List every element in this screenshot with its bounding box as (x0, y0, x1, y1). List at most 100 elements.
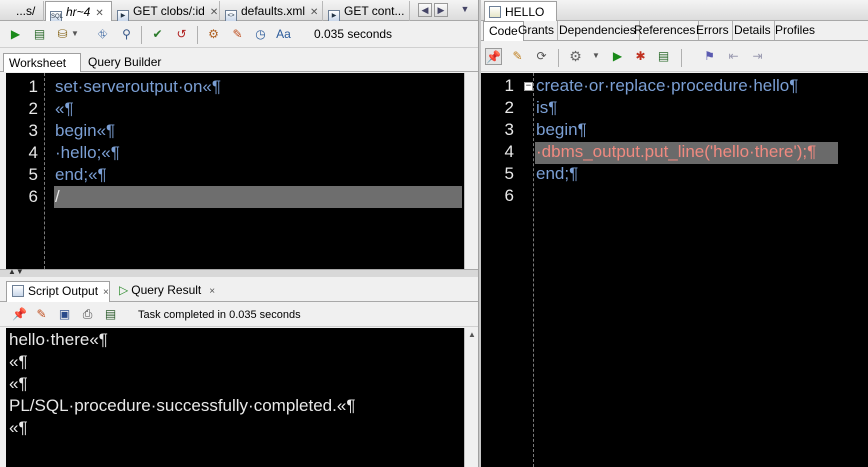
tab-label: ...s/ (16, 4, 36, 18)
code-line: begin¶ (536, 120, 587, 139)
scroll-tabs-left-button[interactable]: ◀ (418, 3, 432, 17)
tab-label: Query Result (131, 283, 202, 297)
tab-grants[interactable]: Grants (515, 21, 559, 40)
commit-icon[interactable]: ⛁ (54, 26, 71, 43)
eraser-icon[interactable]: ✎ (33, 306, 50, 323)
fold-toggle-icon[interactable]: − (524, 82, 533, 91)
code-line: begin«¶ (55, 121, 116, 140)
line-number: 4 (504, 142, 514, 161)
procedure-tab-bar: HELLO (481, 0, 868, 21)
bookmark-icon[interactable]: ⚑ (701, 48, 718, 65)
output-line: «¶ (9, 418, 28, 437)
worksheet-toolbar: ▶ ▤ ⛁ ▼ ⛗ ⚲ ✔ ↺ ⚙ ✎ ◷ Aa 0.035 seconds (0, 21, 480, 48)
rollback-icon[interactable]: ↺ (173, 26, 190, 43)
pin-icon[interactable]: 📌 (485, 48, 502, 65)
code-line: ·hello;«¶ (55, 143, 120, 162)
task-status: Task completed in 0.035 seconds (138, 309, 301, 321)
code-line: is¶ (536, 98, 558, 117)
code-line: «¶ (55, 99, 74, 118)
sql-tuning-icon[interactable]: ⚙ (205, 26, 222, 43)
edit-icon[interactable]: ✎ (509, 48, 526, 65)
autotrace-icon[interactable]: ⚲ (118, 26, 135, 43)
close-icon[interactable]: ✕ (310, 7, 318, 18)
save-icon[interactable]: ▣ (56, 306, 73, 323)
close-icon[interactable]: ✕ (210, 7, 218, 18)
output-vertical-scrollbar[interactable]: ▲ (464, 328, 478, 467)
close-icon[interactable]: × (209, 286, 215, 297)
commit-transaction-icon[interactable]: ✔ (149, 26, 166, 43)
run-statement-icon[interactable]: ▶ (7, 26, 24, 43)
code-line: end;«¶ (55, 165, 107, 184)
tab-worksheet[interactable]: Worksheet (3, 53, 81, 72)
close-icon[interactable]: ✕ (95, 8, 103, 19)
next-bookmark-icon[interactable]: ⇥ (749, 48, 766, 65)
to-upper-case-icon[interactable]: Aa (275, 26, 292, 43)
actions-gear-icon[interactable]: ⚙ (567, 48, 584, 65)
compile-icon[interactable]: ▤ (655, 48, 672, 65)
toolbar-separator (197, 26, 198, 44)
dropdown-arrow-icon[interactable]: ▼ (591, 48, 601, 65)
script-output-icon (12, 285, 24, 297)
tab-query-result[interactable]: ▷ Query Result × (114, 281, 220, 300)
close-icon[interactable]: × (103, 287, 109, 298)
tab-profiles[interactable]: Profiles (772, 21, 818, 40)
print-icon[interactable]: ⎙ (79, 306, 96, 323)
tab-query-builder[interactable]: Query Builder (83, 53, 166, 72)
execution-time: 0.035 seconds (314, 27, 393, 41)
document-tab-hello[interactable]: HELLO (484, 1, 557, 21)
scroll-tabs-right-button[interactable]: ▶ (434, 3, 448, 17)
procedure-editor[interactable]: − 1 create·or·replace·procedure·hello¶ 2 is… (481, 73, 868, 467)
line-number: 6 (28, 187, 38, 206)
line-number: 5 (504, 164, 514, 183)
document-tab-scripts[interactable]: ...s/ (0, 1, 44, 21)
dropdown-arrow-icon[interactable]: ▼ (70, 26, 80, 43)
collapse-arrow-icon[interactable]: ▲▼ (8, 267, 24, 276)
line-number: 4 (28, 143, 38, 162)
scroll-up-icon[interactable]: ▲ (468, 330, 476, 339)
tab-script-output[interactable]: Script Output × (6, 281, 110, 302)
procedure-pane: HELLO Code Grants Dependencies Reference… (481, 0, 868, 467)
debug-bug-icon[interactable]: ✱ (632, 48, 649, 65)
tab-errors[interactable]: Errors (693, 21, 733, 40)
run-icon[interactable]: ▶ (609, 48, 626, 65)
code-line: end;¶ (536, 164, 579, 183)
tab-list-dropdown-button[interactable]: ▼ (458, 3, 472, 17)
line-number: 3 (28, 121, 38, 140)
document-tab-get-clobs[interactable]: ▶ GET clobs/:id ✕ (113, 1, 220, 22)
open-in-editor-icon[interactable]: ▤ (102, 306, 119, 323)
document-tab-hr4[interactable]: SQL hr~4 ✕ (45, 1, 112, 23)
explain-plan-icon[interactable]: ⛗ (94, 26, 111, 43)
output-toolbar: 📌 ✎ ▣ ⎙ ▤ Task completed in 0.035 second… (0, 302, 480, 327)
refresh-icon[interactable]: ⟳ (533, 48, 550, 65)
tab-dependencies[interactable]: Dependencies (556, 21, 640, 40)
tab-label: hr~4 (66, 5, 91, 19)
tab-label: Script Output (28, 284, 99, 298)
toolbar-separator (141, 26, 142, 44)
run-script-icon[interactable]: ▤ (31, 26, 48, 43)
tab-references[interactable]: References (631, 21, 700, 40)
gutter-margin-line (44, 73, 45, 269)
previous-bookmark-icon[interactable]: ⇤ (725, 48, 742, 65)
tab-label: GET cont... (344, 4, 405, 18)
history-icon[interactable]: ◷ (252, 26, 269, 43)
editor-vertical-scrollbar[interactable] (464, 73, 478, 269)
worksheet-pane: ...s/ SQL hr~4 ✕ ▶ GET clobs/:id ✕ <> default… (0, 0, 480, 467)
script-output-area[interactable]: hello·there«¶ «¶ «¶ PL/SQL·procedure·succes… (6, 328, 464, 467)
clear-icon[interactable]: ✎ (229, 26, 246, 43)
toolbar-separator (681, 49, 682, 67)
worksheet-subtab-bar: Worksheet Query Builder (0, 53, 480, 72)
tab-label: GET clobs/:id (133, 4, 205, 18)
output-line: «¶ (9, 352, 28, 371)
worksheet-editor[interactable]: 1 set·serveroutput·on«¶ 2 «¶ 3 begin«¶ 4 ·hello… (6, 73, 464, 269)
output-line: PL/SQL·procedure·successfully·completed.… (9, 396, 356, 415)
pin-icon[interactable]: 📌 (11, 306, 28, 323)
output-tab-bar: Script Output × ▷ Query Result × (0, 281, 480, 302)
code-line: set·serveroutput·on«¶ (55, 77, 221, 96)
code-line: / (55, 187, 60, 206)
tab-details[interactable]: Details (731, 21, 775, 40)
document-tab-get-cont[interactable]: ▶ GET cont... (324, 1, 410, 22)
gutter-margin-line (533, 73, 534, 467)
document-tab-defaults-xml[interactable]: <> defaults.xml ✕ (221, 1, 323, 22)
horizontal-splitter[interactable]: ▲▼ (0, 267, 480, 277)
code-line: create·or·replace·procedure·hello¶ (536, 76, 799, 95)
